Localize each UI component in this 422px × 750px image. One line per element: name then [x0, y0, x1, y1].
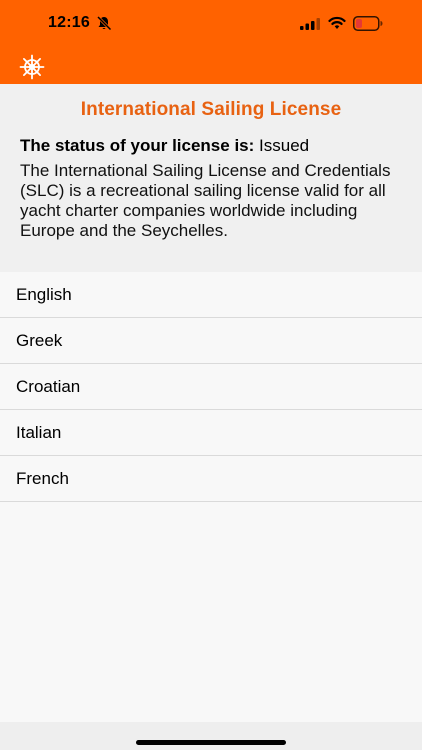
- language-item-croatian[interactable]: Croatian: [0, 364, 422, 410]
- license-intro: International Sailing License The status…: [0, 84, 422, 272]
- header-bar: 12:16: [0, 0, 422, 84]
- language-list: English Greek Croatian Italian French: [0, 272, 422, 502]
- bottom-safe-area: [0, 722, 422, 750]
- license-status-value: Issued: [259, 136, 310, 155]
- language-item-english[interactable]: English: [0, 272, 422, 318]
- language-item-greek[interactable]: Greek: [0, 318, 422, 364]
- status-bar: 12:16: [0, 0, 422, 48]
- ship-wheel-icon[interactable]: [19, 54, 45, 80]
- license-status-label: The status of your license is:: [20, 136, 255, 155]
- cellular-signal-icon: [300, 18, 320, 30]
- language-item-french[interactable]: French: [0, 456, 422, 502]
- page-title: International Sailing License: [80, 99, 342, 120]
- bell-slash-icon: [96, 15, 112, 31]
- language-item-italian[interactable]: Italian: [0, 410, 422, 456]
- wifi-icon: [328, 16, 346, 29]
- battery-icon: [353, 16, 383, 31]
- license-status: The status of your license is: Issued: [20, 136, 309, 156]
- home-indicator[interactable]: [136, 740, 286, 745]
- license-description: The International Sailing License and Cr…: [20, 161, 391, 240]
- status-time: 12:16: [48, 14, 90, 31]
- app-screen: 12:16 International Sailing License The …: [0, 0, 422, 750]
